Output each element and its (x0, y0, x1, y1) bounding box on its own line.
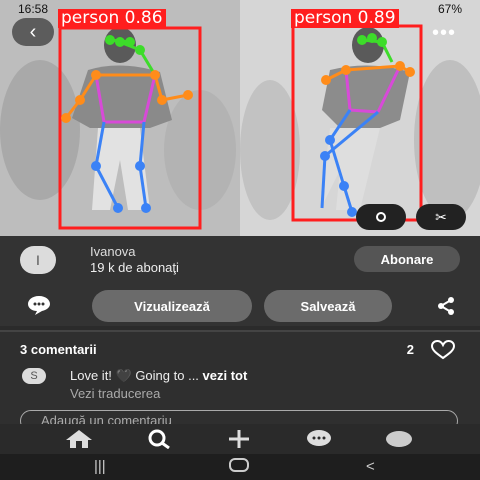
avatar[interactable]: I (20, 246, 56, 274)
nav-search[interactable] (144, 428, 174, 450)
profile-icon (386, 431, 412, 447)
chat-icon (307, 430, 331, 446)
plus-icon (229, 430, 249, 448)
nav-home[interactable] (64, 428, 94, 450)
system-nav-bar: ||| < (0, 454, 480, 480)
more-options-button[interactable]: ••• (426, 22, 462, 44)
creator-row: I Ivanova 19 k de abonaţi Abonare (0, 236, 480, 286)
heart-icon[interactable] (430, 340, 456, 360)
more-icon: ••• (431, 22, 456, 44)
view-button[interactable]: Vizualizează (92, 290, 252, 322)
back-system-icon[interactable]: < (366, 458, 375, 475)
home-system-icon[interactable] (228, 457, 250, 477)
recents-icon[interactable]: ||| (94, 458, 106, 475)
follow-button[interactable]: Abonare (354, 246, 460, 272)
like-count: 2 (406, 342, 414, 357)
detection-image (0, 0, 480, 236)
lens-icon (376, 212, 386, 222)
pin-image[interactable]: person 0.86 person 0.89 16:58 67% ‹ ••• … (0, 0, 480, 236)
search-icon (148, 429, 170, 449)
back-arrow-icon: ‹ (29, 20, 37, 43)
status-bar: 16:58 67% (0, 0, 480, 20)
comment-body: Love it! 🖤 Going to ... (70, 368, 199, 383)
status-time: 16:58 (18, 2, 49, 16)
comments-count[interactable]: 3 comentarii (20, 342, 97, 357)
comments-section: 3 comentarii 2 S Love it! 🖤 Going to ...… (0, 332, 480, 432)
save-button[interactable]: Salvează (264, 290, 392, 322)
lens-button[interactable] (356, 204, 406, 230)
nav-profile[interactable] (384, 428, 414, 450)
back-button[interactable]: ‹ (12, 18, 54, 46)
bottom-nav (0, 424, 480, 454)
scissors-icon: ✂ (435, 208, 447, 225)
follower-count: 19 k de abonaţi (90, 260, 179, 275)
nav-create[interactable] (224, 428, 254, 450)
nav-messages[interactable] (304, 428, 334, 450)
creator-name[interactable]: Ivanova (90, 244, 136, 259)
translate-link[interactable]: Vezi traducerea (70, 386, 160, 401)
commenter-avatar[interactable]: S (22, 368, 46, 384)
action-row: Vizualizează Salvează (0, 286, 480, 326)
status-battery: 67% (437, 2, 462, 16)
comment-bubble-icon[interactable] (26, 294, 52, 316)
see-all-link[interactable]: vezi tot (203, 368, 248, 383)
comment-text: Love it! 🖤 Going to ... vezi tot (70, 368, 247, 384)
home-icon (66, 430, 92, 448)
scissors-button[interactable]: ✂ (416, 204, 466, 230)
share-icon[interactable] (436, 296, 456, 316)
